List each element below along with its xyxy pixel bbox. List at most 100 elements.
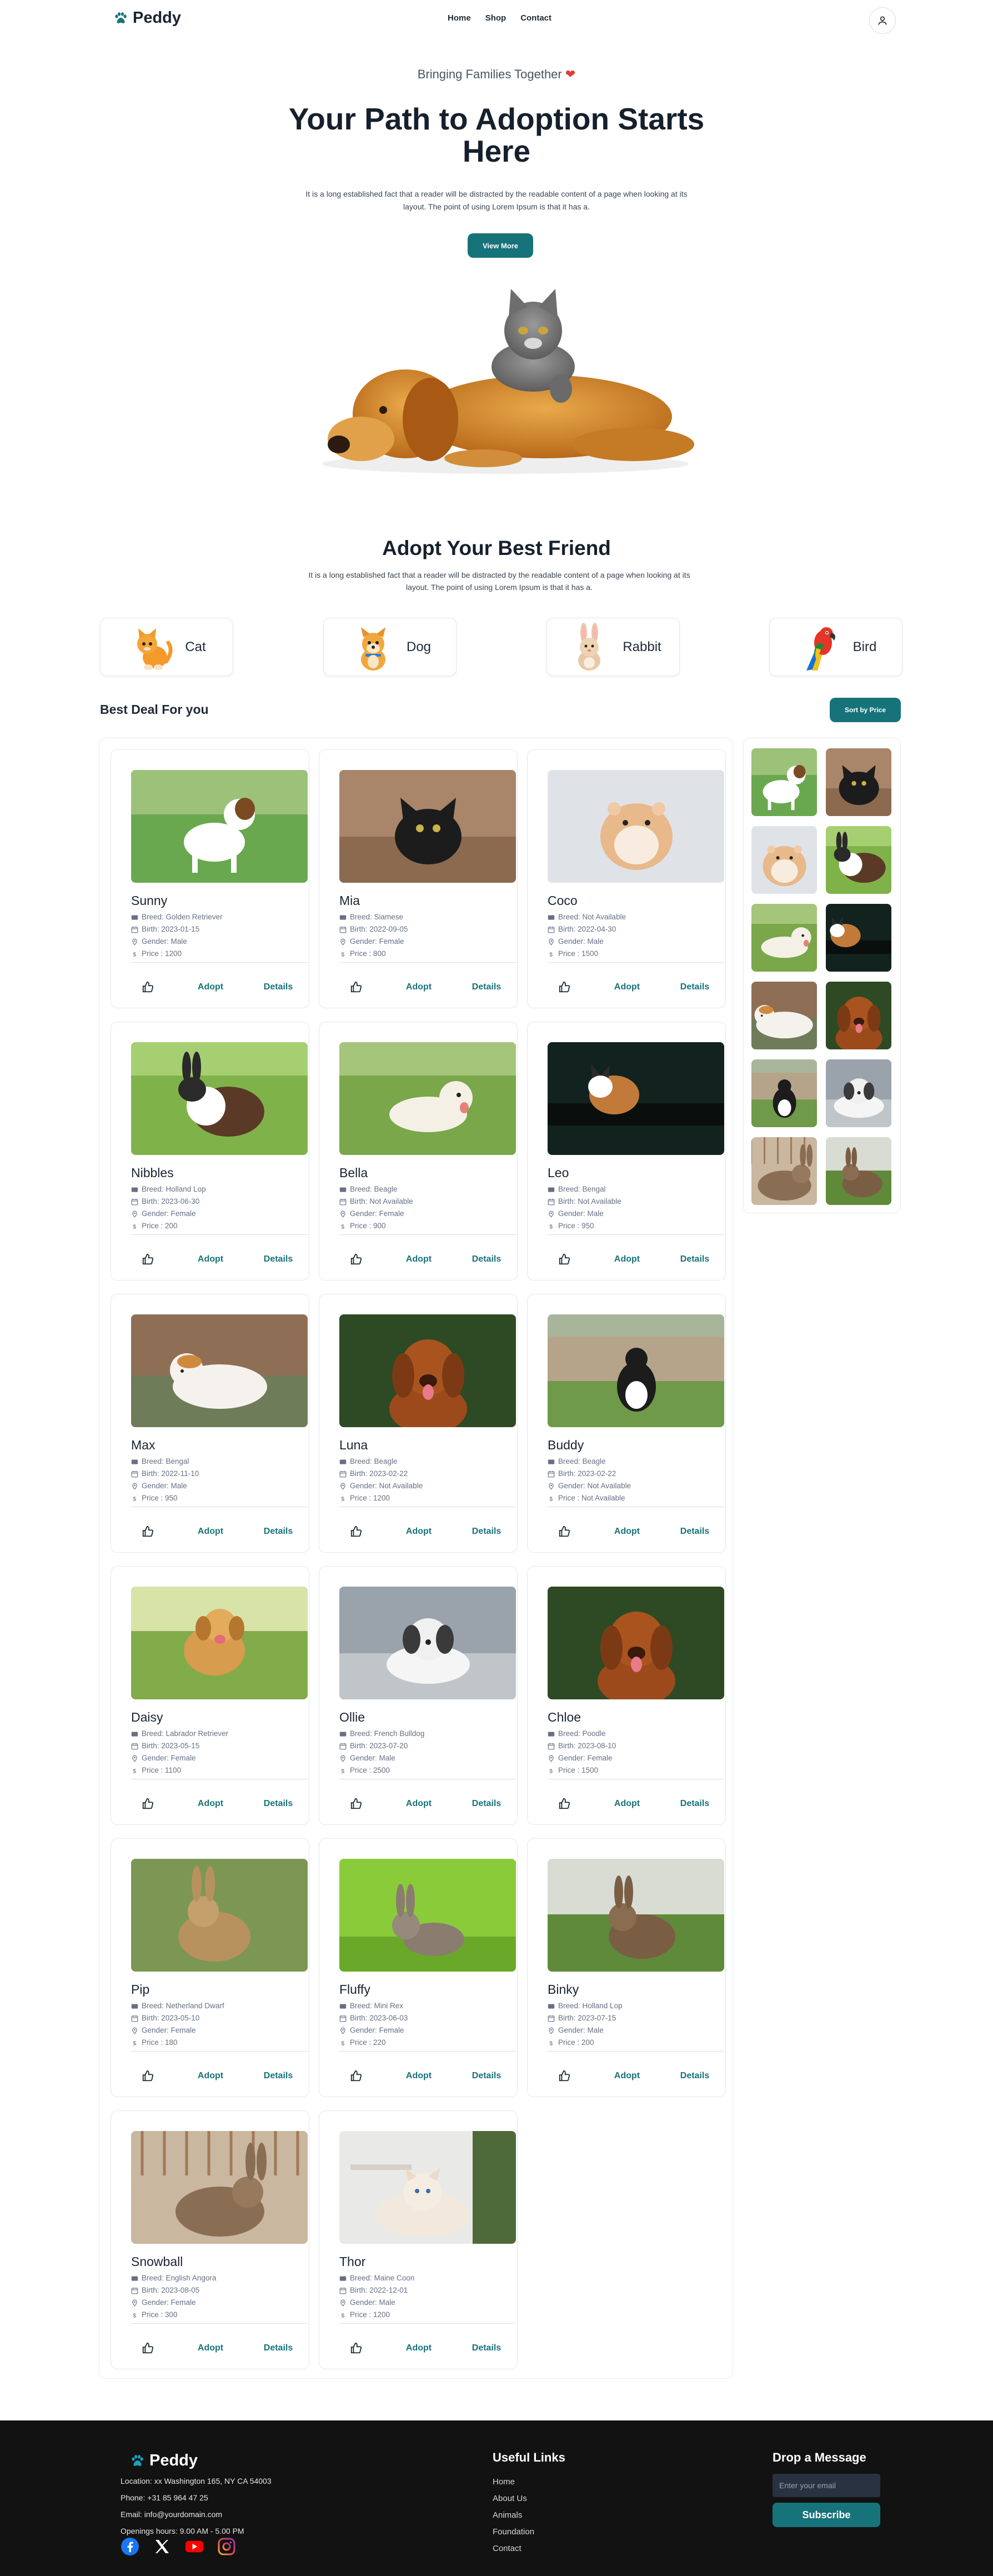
details-button[interactable]: Details xyxy=(668,1248,721,1271)
like-button[interactable] xyxy=(131,976,164,998)
details-button[interactable]: Details xyxy=(460,2337,513,2359)
facebook-icon[interactable] xyxy=(121,2537,139,2556)
nav-home[interactable]: Home xyxy=(448,13,471,23)
account-button[interactable] xyxy=(869,7,896,34)
category-dog[interactable]: Dog xyxy=(323,618,457,676)
adopt-button[interactable]: Adopt xyxy=(600,1248,654,1271)
like-button[interactable] xyxy=(339,976,373,998)
details-button[interactable]: Details xyxy=(668,2065,721,2087)
nav-shop[interactable]: Shop xyxy=(485,13,506,23)
adopt-button[interactable]: Adopt xyxy=(392,1793,445,1815)
newsletter-email-input[interactable] xyxy=(773,2474,880,2497)
gallery-thumbnail[interactable] xyxy=(826,748,891,816)
like-button[interactable] xyxy=(339,2065,373,2087)
footer-link-about[interactable]: About Us xyxy=(493,2494,527,2503)
dollar-icon: $ xyxy=(133,1768,136,1774)
gallery-thumbnail[interactable] xyxy=(751,982,817,1049)
pet-gender: Gender: Not Available xyxy=(339,1480,423,1492)
category-cat[interactable]: Cat xyxy=(100,618,233,676)
pet-photo xyxy=(131,1859,308,1972)
gallery-thumbnail[interactable] xyxy=(751,748,817,816)
adopt-button[interactable]: Adopt xyxy=(392,1248,445,1271)
details-button[interactable]: Details xyxy=(460,2065,513,2087)
gallery-thumbnail[interactable] xyxy=(751,904,817,972)
like-button[interactable] xyxy=(548,1793,581,1815)
dollar-icon: $ xyxy=(133,951,136,957)
category-rabbit[interactable]: Rabbit xyxy=(546,618,680,676)
adopt-button[interactable]: Adopt xyxy=(392,1520,445,1543)
details-button[interactable]: Details xyxy=(668,1793,721,1815)
like-button[interactable] xyxy=(339,2337,373,2359)
card-divider xyxy=(131,1234,308,1235)
adopt-button[interactable]: Adopt xyxy=(600,976,654,998)
footer-link-foundation[interactable]: Foundation xyxy=(493,2527,534,2537)
pet-breed: Breed: Maine Coon xyxy=(339,2272,414,2284)
like-button[interactable] xyxy=(131,2337,164,2359)
details-button[interactable]: Details xyxy=(252,1248,305,1271)
details-button[interactable]: Details xyxy=(460,1520,513,1543)
details-button[interactable]: Details xyxy=(252,976,305,998)
gallery-thumbnail[interactable] xyxy=(826,1059,891,1127)
details-button[interactable]: Details xyxy=(460,1248,513,1271)
adopt-button[interactable]: Adopt xyxy=(184,976,237,998)
gallery-thumbnail[interactable] xyxy=(751,1059,817,1127)
adopt-button[interactable]: Adopt xyxy=(392,2065,445,2087)
gallery-thumbnail[interactable] xyxy=(751,1137,817,1205)
details-button[interactable]: Details xyxy=(668,976,721,998)
gallery-thumbnail[interactable] xyxy=(826,1137,891,1205)
details-button[interactable]: Details xyxy=(668,1520,721,1543)
sort-by-price-button[interactable]: Sort by Price xyxy=(830,698,901,722)
thumbs-up-icon xyxy=(559,1525,570,1537)
details-button[interactable]: Details xyxy=(252,2065,305,2087)
gallery-thumbnail[interactable] xyxy=(826,904,891,972)
details-button[interactable]: Details xyxy=(252,2337,305,2359)
adopt-button[interactable]: Adopt xyxy=(600,1793,654,1815)
like-button[interactable] xyxy=(339,1793,373,1815)
like-button[interactable] xyxy=(131,2065,164,2087)
gallery-thumbnail[interactable] xyxy=(751,826,817,894)
dog-icon xyxy=(360,627,385,671)
adopt-button[interactable]: Adopt xyxy=(392,976,445,998)
like-button[interactable] xyxy=(131,1248,164,1271)
pet-birth: Birth: Not Available xyxy=(548,1196,621,1208)
like-button[interactable] xyxy=(131,1793,164,1815)
youtube-icon[interactable] xyxy=(185,2537,204,2556)
subscribe-button[interactable]: Subscribe xyxy=(773,2503,880,2527)
footer-link-home[interactable]: Home xyxy=(493,2477,515,2487)
x-twitter-icon[interactable] xyxy=(153,2537,172,2556)
nav-contact[interactable]: Contact xyxy=(520,13,551,23)
instagram-icon[interactable] xyxy=(217,2537,236,2556)
like-button[interactable] xyxy=(339,1520,373,1543)
details-button[interactable]: Details xyxy=(252,1520,305,1543)
like-button[interactable] xyxy=(339,1248,373,1271)
adopt-button[interactable]: Adopt xyxy=(600,1520,654,1543)
like-button[interactable] xyxy=(548,976,581,998)
adopt-button[interactable]: Adopt xyxy=(184,2065,237,2087)
adopt-button[interactable]: Adopt xyxy=(600,2065,654,2087)
adopt-button[interactable]: Adopt xyxy=(184,1520,237,1543)
footer-link-animals[interactable]: Animals xyxy=(493,2510,522,2520)
category-bird[interactable]: Bird xyxy=(769,618,902,676)
adopt-button[interactable]: Adopt xyxy=(392,2337,445,2359)
like-button[interactable] xyxy=(548,2065,581,2087)
details-button[interactable]: Details xyxy=(460,976,513,998)
thumbs-up-icon xyxy=(350,1253,362,1265)
details-button[interactable]: Details xyxy=(252,1793,305,1815)
brand-logo[interactable]: Peddy xyxy=(113,9,181,27)
like-button[interactable] xyxy=(131,1520,164,1543)
gallery-thumbnail[interactable] xyxy=(826,982,891,1049)
like-button[interactable] xyxy=(548,1248,581,1271)
details-button[interactable]: Details xyxy=(460,1793,513,1815)
pet-photo xyxy=(548,1314,724,1427)
adopt-button[interactable]: Adopt xyxy=(184,1248,237,1271)
view-more-button[interactable]: View More xyxy=(468,233,533,258)
like-button[interactable] xyxy=(548,1520,581,1543)
pet-photo xyxy=(548,770,724,883)
adopt-button[interactable]: Adopt xyxy=(184,1793,237,1815)
adopt-button[interactable]: Adopt xyxy=(184,2337,237,2359)
pet-photo xyxy=(339,1859,516,1972)
gallery-thumbnail[interactable] xyxy=(826,826,891,894)
pet-details: Breed: Mini Rex Birth: 2023-06-03 Gender: … xyxy=(339,2000,408,2049)
footer-link-contact[interactable]: Contact xyxy=(493,2544,521,2553)
footer-logo[interactable]: Peddy xyxy=(129,2452,198,2470)
